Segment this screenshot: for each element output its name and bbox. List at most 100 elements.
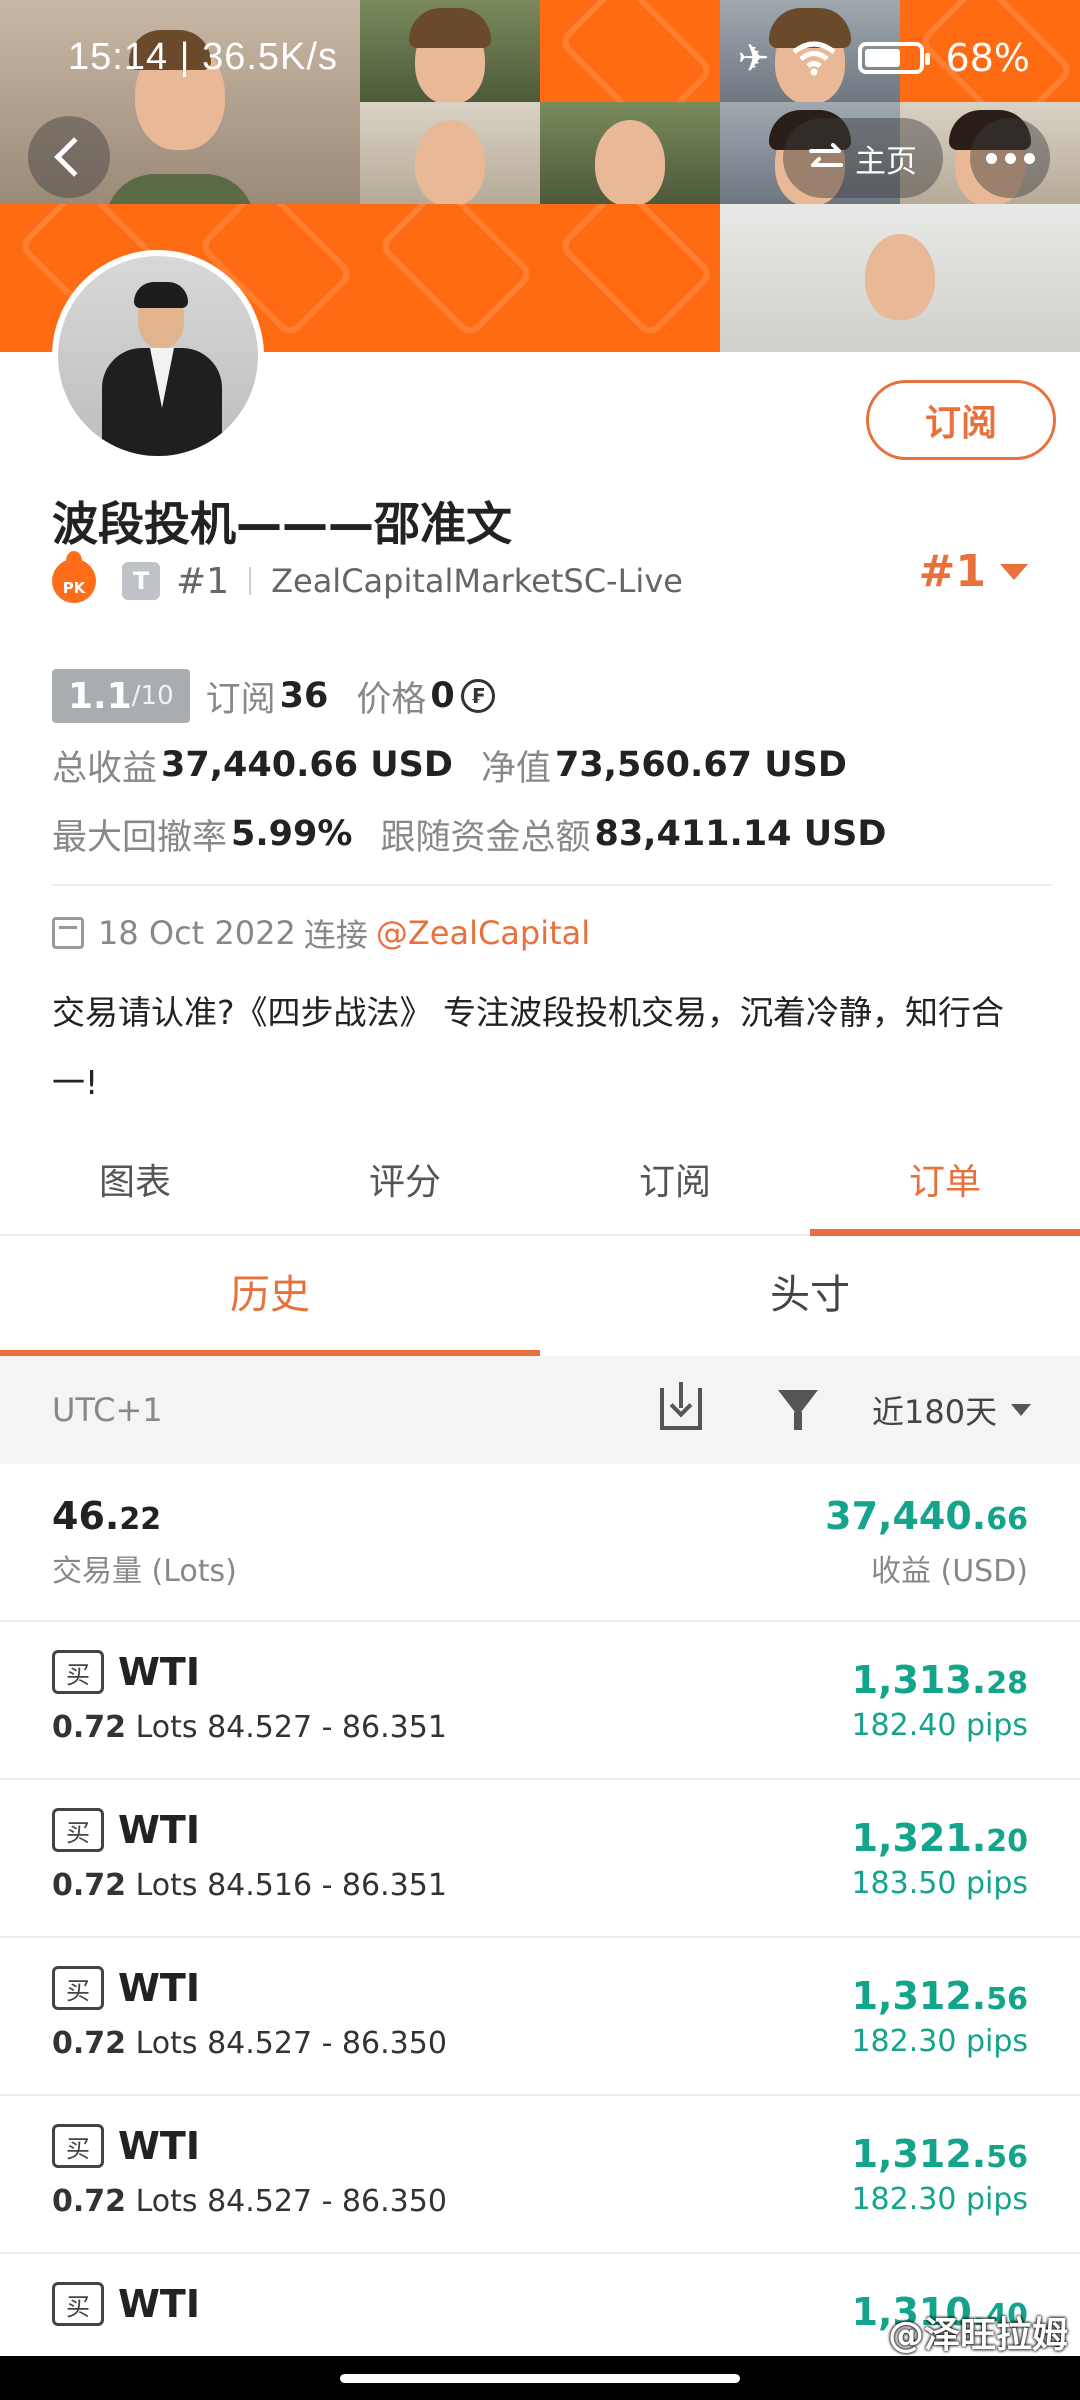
order-row[interactable]: 买 WTI 0.72 Lots 84.527 - 86.350 1,312.56 … [0,1938,1080,2096]
profit-main: 37,440. [825,1494,987,1538]
divider [249,567,252,595]
broker-mention-link[interactable]: @ZealCapital [376,914,590,952]
timezone-label: UTC+1 [52,1391,163,1429]
trader-meta: PK T #1 ZealCapitalMarketSC-Live [52,551,1042,606]
order-details: 0.72 Lots 84.527 - 86.350 [52,2026,447,2061]
status-bar: 15:14 | 36.5K/s ✈ 68% [0,0,1080,110]
back-button[interactable] [28,116,110,198]
order-row[interactable]: 买 WTI 0.72 Lots 84.516 - 86.351 1,321.20 … [0,1780,1080,1938]
tab-rating[interactable]: 评分 [270,1150,540,1234]
buy-tag: 买 [52,1808,104,1852]
order-profit-dec: 28 [986,1666,1028,1701]
main-tabs: 图表 评分 订阅 订单 [0,1150,1080,1236]
score-value: 1.1 [68,675,132,717]
avatar-head [134,282,188,348]
pk-icon[interactable]: PK [52,551,96,603]
rank-dropdown[interactable]: #1 [919,546,1028,597]
buy-tag: 买 [52,1650,104,1694]
order-result: 1,313.28 182.40 pips [851,1658,1028,1743]
subscribe-button[interactable]: 订阅 [866,380,1056,460]
order-info: 买 WTI 0.72 Lots 84.527 - 86.351 [52,1650,447,1745]
order-row[interactable]: 买 WTI 0.72 Lots 84.527 - 86.350 1,312.56 … [0,2096,1080,2254]
filter-icon[interactable] [778,1390,818,1430]
price-value: 0 [430,676,455,716]
banner-pattern [360,204,540,352]
subtab-history[interactable]: 历史 [0,1240,540,1356]
order-lots: 0.72 [52,2184,127,2219]
broker-name: ZealCapitalMarketSC-Live [271,562,683,600]
bio-text: 交易请认准?《四步战法》 专注波段投机交易，沉着冷静，知行合一! [52,993,1005,1102]
max-drawdown-label: 最大回撤率 [52,817,228,858]
order-head: 买 WTI [52,1650,447,1694]
order-row[interactable]: 买 WTI 0.72 Lots 84.527 - 86.351 1,313.28 … [0,1622,1080,1780]
order-head: 买 WTI [52,1808,447,1852]
order-result: 1,321.20 183.50 pips [851,1816,1028,1901]
home-label: 主页 [855,143,917,180]
wifi-icon [791,41,836,76]
orders-summary: 46.22 交易量 (Lots) 37,440.66 收益 (USD) [0,1464,1080,1622]
order-price-range: 84.527 - 86.350 [207,2184,447,2219]
tab-subscribe[interactable]: 订阅 [540,1150,810,1234]
order-lots-unit: Lots [135,1710,198,1745]
order-pips: 182.40 pips [851,1708,1028,1743]
order-profit-dec: 56 [986,1982,1028,2017]
order-lots: 0.72 [52,2026,127,2061]
home-indicator[interactable] [340,2374,740,2383]
price-label: 价格 [356,679,427,720]
caret-down-icon [1000,563,1028,580]
order-profit: 1,321.20 [851,1816,1028,1860]
back-chevron-icon [54,137,94,177]
trader-name: 波段投机———邵准文 [52,497,512,551]
battery-percent: 68% [945,36,1030,80]
buy-tag: 买 [52,2282,104,2326]
order-details: 0.72 Lots 84.527 - 86.351 [52,1710,447,1745]
order-details: 0.72 Lots 84.527 - 86.350 [52,2184,447,2219]
subscribers-value: 36 [279,676,329,716]
order-price-range: 84.527 - 86.350 [207,2026,447,2061]
lots-dec: 22 [119,1502,162,1537]
equity-label: 净值 [480,748,551,789]
lots-label: 交易量 (Lots) [52,1554,237,1589]
tab-chart[interactable]: 图表 [0,1150,270,1234]
order-details: 0.72 Lots 84.516 - 86.351 [52,1868,447,1903]
avatar[interactable] [52,250,264,462]
order-profit: 1,313.28 [851,1658,1028,1702]
rank-small: #1 [176,560,230,602]
more-button[interactable] [970,118,1050,198]
summary-profit-value: 37,440.66 [825,1494,1028,1538]
order-lots: 0.72 [52,1868,127,1903]
score-badge: 1.1/10 [52,669,190,723]
dot-icon [1023,152,1035,164]
order-lots-unit: Lots [135,2026,198,2061]
order-symbol: WTI [118,1808,200,1852]
buy-tag: 买 [52,2124,104,2168]
filter-bar: UTC+1 近180天 [0,1356,1080,1464]
order-price-range: 84.527 - 86.351 [207,1710,447,1745]
download-icon[interactable] [660,1382,702,1430]
order-symbol: WTI [118,2282,200,2326]
buy-tag: 买 [52,1966,104,2010]
order-profit-main: 1,312. [851,2132,987,2176]
order-info: 买 WTI 0.72 Lots 84.516 - 86.351 [52,1808,447,1903]
order-lots: 0.72 [52,1710,127,1745]
status-icons: ✈ 68% [738,36,1030,80]
home-button[interactable]: 主页 [783,118,943,198]
banner-photo [720,204,1080,352]
subtab-positions[interactable]: 头寸 [540,1240,1080,1356]
order-symbol: WTI [118,2124,200,2168]
score-total: /10 [131,681,174,711]
connect-label: 连接 [303,916,368,954]
banner-face [589,108,671,204]
order-head: 买 WTI [52,2124,447,2168]
banner-face [409,108,491,204]
order-price-range: 84.516 - 86.351 [207,1868,447,1903]
tab-orders[interactable]: 订单 [810,1150,1080,1236]
stat-line: 总收益 37,440.66 USD 净值 73,560.67 USD [52,735,1042,795]
order-profit-main: 1,313. [851,1658,987,1702]
order-pips: 182.30 pips [851,2182,1028,2217]
order-info: 买 WTI 0.72 Lots 84.527 - 86.350 [52,1966,447,2061]
period-select[interactable]: 近180天 [872,1387,1032,1433]
calendar-icon [52,917,84,949]
battery-fill [864,49,900,67]
banner-face [859,222,941,320]
